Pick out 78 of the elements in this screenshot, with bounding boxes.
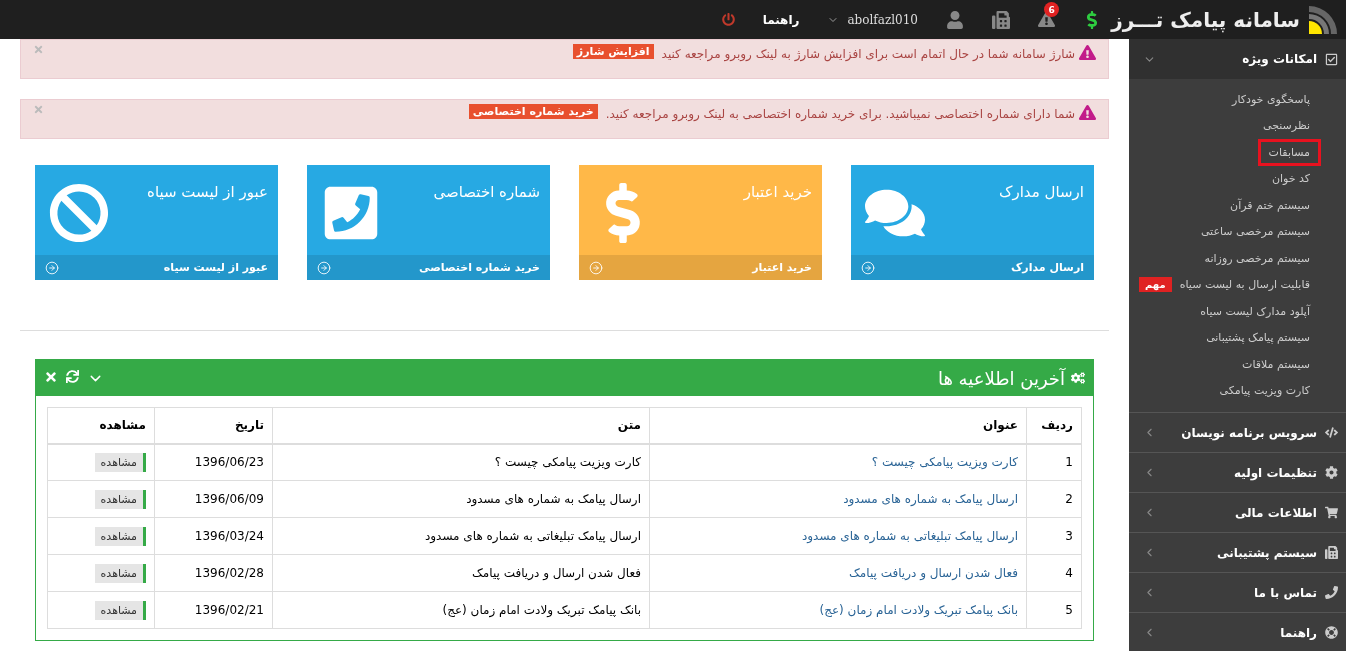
view-button[interactable]: مشاهده bbox=[94, 489, 146, 509]
ban-icon bbox=[49, 183, 109, 243]
table-cell: 3 bbox=[1026, 517, 1082, 555]
tile-title: ارسال مدارک bbox=[999, 183, 1084, 203]
settings-icon bbox=[1325, 466, 1338, 479]
user-icon bbox=[946, 10, 964, 29]
tile-title: خرید اعتبار bbox=[743, 183, 812, 203]
table-cell: 2 bbox=[1026, 480, 1082, 518]
table-cell: ارسال پیامک تبلیغاتی به شماره های مسدود bbox=[272, 517, 650, 555]
username[interactable]: abolfazl010 bbox=[847, 12, 918, 27]
notification-count: 6 bbox=[1044, 2, 1059, 17]
alert-text: شما دارای شماره اختصاصی نمیباشید. برای خرید شماره اختصاصی به لینک روبرو مراجعه کنید. bbox=[605, 106, 1075, 124]
title-link[interactable]: ارسال پیامک به شماره های مسدود bbox=[843, 492, 1018, 506]
table-cell: 1396/02/21 bbox=[154, 591, 273, 629]
gears-icon bbox=[1071, 371, 1085, 385]
column-header: مشاهده bbox=[47, 407, 155, 444]
refresh-icon[interactable] bbox=[66, 369, 79, 383]
panel-title: آخرین اطلاعیه ها bbox=[936, 367, 1065, 389]
sidebar-item[interactable]: مسابقات bbox=[1260, 141, 1318, 163]
help-link[interactable]: راهنما bbox=[762, 12, 800, 27]
title-link[interactable]: ارسال پیامک تبلیغاتی به شماره های مسدود bbox=[801, 529, 1018, 543]
view-button[interactable]: مشاهده bbox=[94, 600, 146, 620]
warning-icon bbox=[1079, 44, 1096, 61]
phone-icon bbox=[1325, 586, 1338, 599]
column-header: متن bbox=[272, 407, 650, 444]
logo-icon bbox=[1308, 5, 1338, 34]
table-cell: 1396/03/24 bbox=[154, 517, 273, 555]
alert-link[interactable]: افزایش شارژ bbox=[572, 44, 654, 59]
table-cell: 1 bbox=[1026, 443, 1082, 481]
sidebar-item[interactable]: نظرسنجی bbox=[1255, 115, 1318, 137]
tile-title: شماره اختصاصی bbox=[433, 183, 540, 203]
column-header: عنوان bbox=[649, 407, 1027, 444]
alert-link[interactable]: خرید شماره اختصاصی bbox=[468, 104, 598, 119]
arrow-circle-icon bbox=[317, 260, 331, 275]
fax-icon bbox=[1325, 546, 1338, 559]
tile-title: عبور از لیست سیاه bbox=[147, 183, 268, 203]
table-cell: 1396/06/09 bbox=[154, 480, 273, 518]
sidebar-item[interactable]: سیستم ختم قرآن bbox=[1222, 194, 1318, 216]
important-tag: مهم bbox=[1139, 277, 1172, 293]
table-cell: کارت ویزیت پیامکی چیست ؟ bbox=[272, 443, 650, 481]
sidebar-item[interactable]: سیستم پیامک پشتیبانی bbox=[1198, 327, 1318, 349]
warning-icon bbox=[1079, 104, 1096, 121]
sidebar-item[interactable]: پاسخگوی خودکار bbox=[1224, 88, 1318, 110]
title-link[interactable]: فعال شدن ارسال و دریافت پیامک bbox=[849, 566, 1018, 580]
power-icon[interactable] bbox=[721, 13, 735, 26]
checkbox-icon bbox=[1325, 52, 1338, 66]
sidebar-item[interactable]: سیستم مرخصی ساعتی bbox=[1192, 221, 1318, 243]
title-link[interactable]: کارت ویزیت پیامکی چیست ؟ bbox=[871, 455, 1018, 470]
view-button[interactable]: مشاهده bbox=[94, 526, 146, 546]
table-cell: بانک پیامک تبریک ولادت امام زمان (عج) bbox=[272, 591, 650, 629]
view-button[interactable]: مشاهده bbox=[94, 563, 146, 583]
sidebar-item[interactable]: سیستم ملاقات bbox=[1234, 353, 1318, 375]
alert-text: شارژ سامانه شما در حال اتمام است برای افزایش شارژ به لینک روبرو مراجعه کنید bbox=[661, 46, 1075, 64]
table-cell: 1396/06/23 bbox=[154, 443, 273, 481]
sidebar-item[interactable]: آپلود مدارک لیست سیاه bbox=[1192, 300, 1318, 322]
cart-icon bbox=[1325, 506, 1338, 519]
table-cell: 1396/02/28 bbox=[154, 554, 273, 592]
sidebar-item[interactable]: کارت ویزیت پیامکی bbox=[1211, 380, 1318, 402]
view-button[interactable]: مشاهده bbox=[94, 452, 146, 472]
title-link[interactable]: بانک پیامک تبریک ولادت امام زمان (عج) bbox=[819, 603, 1018, 617]
table-cell: 5 bbox=[1026, 591, 1082, 629]
close-icon[interactable] bbox=[44, 369, 58, 384]
table-cell: 4 bbox=[1026, 554, 1082, 592]
brand-title: سامانه پیامک تـــرز bbox=[1111, 7, 1300, 32]
arrow-circle-icon bbox=[589, 260, 603, 275]
sidebar-item[interactable]: سیستم مرخصی روزانه bbox=[1196, 247, 1318, 269]
fax-icon[interactable] bbox=[992, 10, 1010, 29]
column-header: ردیف bbox=[1026, 407, 1082, 444]
column-header: تاریخ bbox=[154, 407, 273, 444]
table-cell: فعال شدن ارسال و دریافت پیامک bbox=[272, 554, 650, 592]
sidebar-item[interactable]: قابلیت ارسال به لیست سیاه bbox=[1171, 274, 1318, 296]
lifebuoy-icon bbox=[1325, 626, 1338, 639]
sidebar-item[interactable]: کد خوان bbox=[1263, 168, 1318, 190]
sidebar-section[interactable]: امکانات ویژه bbox=[1129, 39, 1346, 79]
arrow-circle-icon bbox=[45, 260, 59, 275]
arrow-circle-icon bbox=[861, 260, 875, 275]
table-cell: ارسال پیامک به شماره های مسدود bbox=[272, 480, 650, 518]
code-icon bbox=[1325, 426, 1338, 439]
